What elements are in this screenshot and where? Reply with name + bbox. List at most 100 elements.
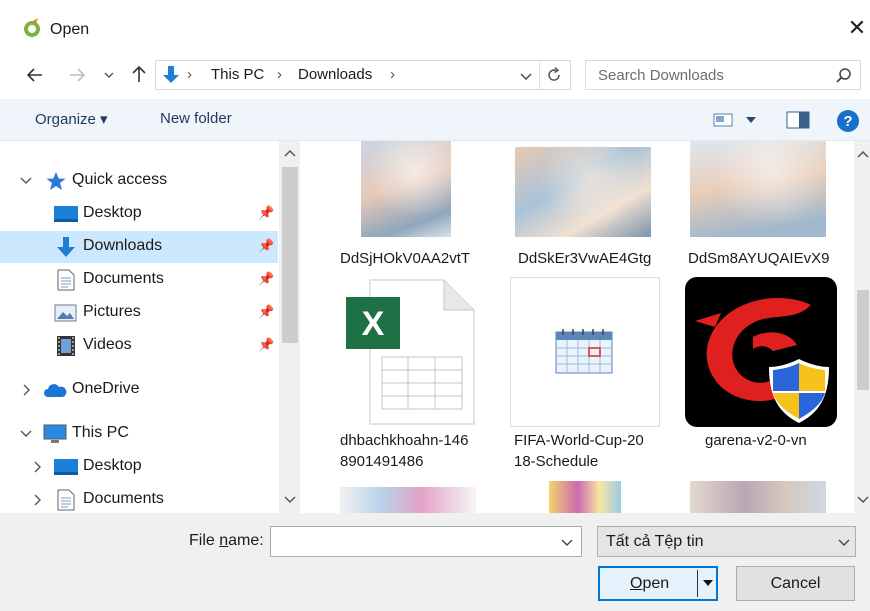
nav-desktop-quick[interactable]: Desktop 📌 — [0, 198, 278, 230]
file-name[interactable]: FIFA-World-Cup-20 — [514, 430, 644, 451]
label-text: File — [189, 532, 220, 549]
forward-arrow-icon[interactable] — [66, 64, 88, 86]
close-button[interactable]: ✕ — [845, 17, 869, 41]
open-button[interactable]: Open — [598, 566, 718, 601]
photo-thumbnail[interactable] — [515, 147, 651, 237]
file-name[interactable]: 18-Schedule — [514, 451, 598, 472]
preview-pane-icon[interactable] — [786, 111, 810, 129]
file-name[interactable]: dhbachkhoahn-146 — [340, 430, 468, 451]
videos-icon — [57, 336, 75, 356]
collapsed-chevron-icon[interactable] — [22, 384, 32, 396]
cancel-button[interactable]: Cancel — [736, 566, 855, 601]
pin-icon: 📌 — [258, 304, 275, 319]
calendar-icon — [555, 329, 613, 374]
file-type-filter[interactable]: Tất cả Tệp tin — [597, 526, 856, 557]
label-accelerator: n — [219, 532, 229, 549]
new-folder-button[interactable]: New folder — [160, 110, 232, 127]
back-arrow-icon[interactable] — [24, 64, 46, 86]
star-icon — [46, 172, 66, 190]
search-icon[interactable] — [835, 67, 852, 84]
organize-menu[interactable]: Organize ▾ — [35, 110, 108, 128]
label-text: pen — [642, 575, 670, 592]
documents-icon — [57, 489, 75, 511]
file-name[interactable]: 8901491486 — [340, 451, 423, 472]
scroll-up-icon[interactable] — [284, 149, 296, 157]
photo-thumbnail[interactable] — [690, 481, 826, 513]
search-box[interactable]: Search Downloads — [585, 60, 861, 90]
command-bar: Organize ▾ New folder ? — [0, 99, 870, 141]
scroll-up-icon[interactable] — [857, 150, 869, 158]
split-divider — [697, 570, 698, 597]
scroll-down-icon[interactable] — [857, 496, 869, 504]
file-name-field[interactable] — [270, 526, 582, 557]
chevron-down-icon[interactable] — [561, 538, 573, 548]
nav-label: Quick access — [72, 171, 168, 188]
up-arrow-icon[interactable] — [128, 63, 150, 85]
nav-scrollbar-thumb[interactable] — [282, 167, 298, 343]
view-dropdown-icon[interactable] — [745, 116, 757, 124]
content-scrollbar-thumb[interactable] — [857, 290, 869, 390]
cancel-label: Cancel — [770, 575, 821, 592]
nav-videos-quick[interactable]: Videos 📌 — [0, 330, 278, 362]
address-bar[interactable]: › This PC › Downloads › — [155, 60, 571, 90]
breadcrumb-this-pc[interactable]: This PC — [211, 66, 264, 83]
file-name[interactable]: garena-v2-0-vn — [705, 430, 807, 451]
nav-onedrive[interactable]: OneDrive — [0, 374, 278, 406]
nav-desktop-pc[interactable]: Desktop — [0, 451, 278, 483]
nav-label: Videos — [83, 336, 132, 353]
pictures-icon — [54, 304, 77, 322]
file-name[interactable]: DdSm8AYUQAIEvX9 — [688, 248, 829, 269]
breadcrumb-separator: › — [187, 66, 192, 83]
help-icon[interactable]: ? — [836, 109, 860, 133]
nav-documents-pc[interactable]: Documents — [0, 484, 278, 513]
nav-label: Desktop — [83, 204, 142, 221]
chevron-down-icon[interactable] — [838, 538, 850, 548]
refresh-icon[interactable] — [545, 66, 563, 84]
nav-downloads-quick[interactable]: Downloads 📌 — [0, 231, 278, 263]
nav-label: Documents — [83, 270, 164, 287]
onedrive-cloud-icon — [44, 384, 67, 397]
pin-icon: 📌 — [258, 238, 275, 253]
pin-icon: 📌 — [258, 205, 275, 220]
downloads-folder-icon — [163, 66, 179, 83]
title-bar: Open ✕ — [0, 0, 870, 60]
svg-text:X: X — [362, 305, 385, 343]
photo-thumbnail[interactable] — [361, 141, 451, 237]
nav-label: Downloads — [83, 237, 163, 254]
file-list: DdSjHOkV0AA2vtT DdSkEr3VwAE4Gtg DdSm8AYU… — [304, 141, 854, 513]
collapsed-chevron-icon[interactable] — [33, 461, 43, 473]
expand-chevron-icon[interactable] — [20, 429, 32, 439]
photo-thumbnail[interactable] — [690, 141, 826, 237]
photo-thumbnail[interactable] — [549, 481, 621, 513]
nav-documents-quick[interactable]: Documents 📌 — [0, 264, 278, 296]
nav-label: OneDrive — [72, 380, 140, 397]
exe-file-thumbnail[interactable] — [685, 277, 837, 427]
breadcrumb-downloads[interactable]: Downloads — [298, 66, 372, 83]
view-options-icon[interactable] — [713, 112, 733, 128]
scroll-down-icon[interactable] — [284, 496, 296, 504]
nav-label: Desktop — [83, 457, 142, 474]
breadcrumb-separator: › — [390, 66, 395, 83]
uac-shield-icon — [769, 359, 829, 423]
pin-icon: 📌 — [258, 337, 275, 352]
documents-icon — [57, 269, 75, 291]
address-dropdown-icon[interactable] — [520, 70, 532, 82]
excel-file-icon[interactable]: X — [340, 279, 476, 425]
nav-pictures-quick[interactable]: Pictures 📌 — [0, 297, 278, 329]
file-name[interactable]: DdSjHOkV0AA2vtT — [340, 248, 470, 269]
desktop-icon — [54, 459, 78, 475]
collapsed-chevron-icon[interactable] — [33, 494, 43, 506]
file-name[interactable]: DdSkEr3VwAE4Gtg — [518, 248, 651, 269]
recent-locations-chevron-icon[interactable] — [103, 69, 115, 81]
search-input[interactable]: Search Downloads — [598, 67, 724, 84]
navigation-pane: Quick access Desktop 📌 Downloads 📌 Docum… — [0, 141, 300, 513]
nav-label: Pictures — [83, 303, 141, 320]
photo-thumbnail[interactable] — [340, 487, 476, 513]
open-options-dropdown-icon[interactable] — [702, 577, 714, 589]
nav-this-pc[interactable]: This PC — [0, 418, 278, 450]
downloads-icon — [57, 237, 75, 257]
nav-quick-access[interactable]: Quick access — [0, 165, 278, 197]
desktop-icon — [54, 206, 78, 222]
calendar-file-thumbnail[interactable] — [510, 277, 660, 427]
expand-chevron-icon[interactable] — [20, 176, 32, 186]
